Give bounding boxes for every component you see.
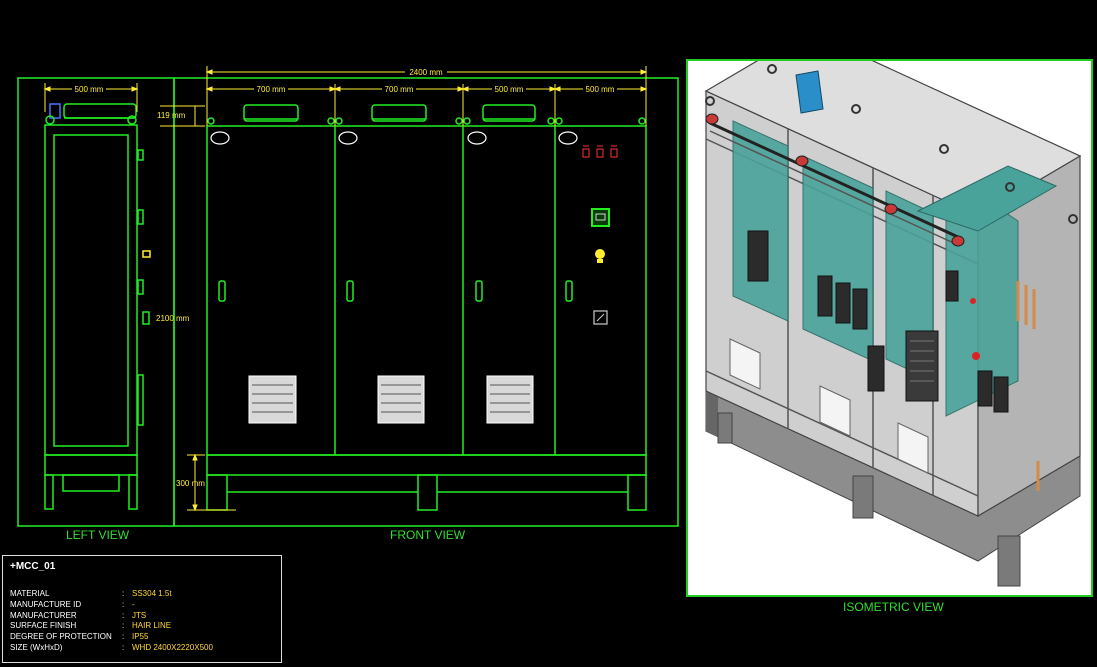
door-badges bbox=[210, 131, 578, 145]
title-row-value: WHD 2400X2220X500 bbox=[132, 643, 213, 652]
control-devices bbox=[582, 145, 618, 325]
title-row-value: - bbox=[132, 600, 135, 609]
dimension-texts: 500 mm 2400 mm 700 mm 700 mm 500 mm 500 … bbox=[72, 67, 617, 488]
isometric-view-label: ISOMETRIC VIEW bbox=[843, 600, 944, 614]
title-block-tag: +MCC_01 bbox=[10, 561, 56, 572]
front-view-label: FRONT VIEW bbox=[390, 528, 466, 542]
title-row-separator: : bbox=[122, 621, 125, 630]
front-view-frame bbox=[173, 77, 679, 527]
isometric-render bbox=[704, 61, 1082, 587]
door-badge-2 bbox=[338, 131, 358, 145]
dim-top-height: 119 mm bbox=[157, 111, 186, 120]
title-row-separator: : bbox=[122, 589, 125, 598]
title-row-key: MANUFACTURE ID bbox=[10, 600, 82, 609]
title-block: +MCC_01 MATERIAL : SS304 1.5t MANUFACTUR… bbox=[2, 555, 282, 663]
title-row-value: IP55 bbox=[132, 632, 149, 641]
panel-meter bbox=[591, 208, 610, 227]
title-row: DEGREE OF PROTECTION : IP55 bbox=[10, 631, 280, 642]
left-view-label: LEFT VIEW bbox=[66, 528, 130, 542]
door-badge-1 bbox=[210, 131, 230, 145]
title-row-key: DEGREE OF PROTECTION bbox=[10, 632, 112, 641]
dim-panel-2: 700 mm bbox=[385, 85, 414, 94]
title-row: MATERIAL : SS304 1.5t bbox=[10, 588, 280, 599]
title-row-key: SURFACE FINISH bbox=[10, 621, 77, 630]
door-badge-3 bbox=[467, 131, 487, 145]
left-view-frame bbox=[17, 77, 175, 527]
front-view-cabinet bbox=[206, 104, 647, 511]
title-row-separator: : bbox=[122, 643, 125, 652]
orthographic-drawing: 500 mm 2400 mm 700 mm 700 mm 500 mm 500 … bbox=[17, 66, 679, 527]
pilot-lamps bbox=[582, 145, 618, 158]
dim-left-width: 500 mm bbox=[75, 85, 104, 94]
dim-panel-1: 700 mm bbox=[257, 85, 286, 94]
louvre-vent-3 bbox=[486, 375, 534, 424]
title-row: SIZE (WxHxD) : WHD 2400X2220X500 bbox=[10, 642, 280, 653]
louvre-vent-1 bbox=[248, 375, 297, 424]
title-row-value: HAIR LINE bbox=[132, 621, 172, 630]
dim-panel-3: 500 mm bbox=[495, 85, 524, 94]
title-row: SURFACE FINISH : HAIR LINE bbox=[10, 620, 280, 631]
door-badge-4 bbox=[558, 131, 578, 145]
title-row-value: SS304 1.5t bbox=[132, 589, 172, 598]
title-row-key: MATERIAL bbox=[10, 589, 50, 598]
dim-height: 2100 mm bbox=[156, 314, 190, 323]
title-row-separator: : bbox=[122, 600, 125, 609]
dim-base-height: 300 mm bbox=[176, 479, 205, 488]
isometric-view bbox=[686, 59, 1093, 597]
dim-panel-4: 500 mm bbox=[586, 85, 615, 94]
louvre-vent-2 bbox=[377, 375, 425, 424]
title-row: MANUFACTURE ID : - bbox=[10, 599, 280, 610]
left-view-cabinet bbox=[44, 103, 151, 510]
indicator-lamp bbox=[595, 249, 605, 259]
louvre-vents bbox=[248, 375, 534, 424]
title-row-separator: : bbox=[122, 632, 125, 641]
title-row-key: SIZE (WxHxD) bbox=[10, 643, 63, 652]
dim-total-width: 2400 mm bbox=[409, 68, 443, 77]
